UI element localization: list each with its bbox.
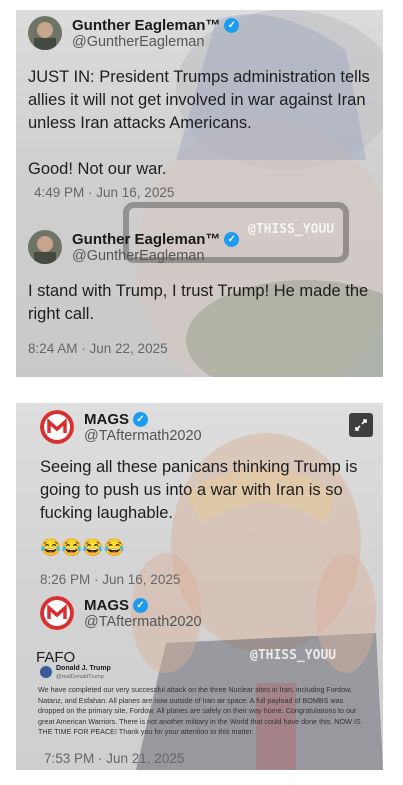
tweet-header: Gunther Eagleman™ ✓ @GuntherEagleman — [28, 16, 240, 50]
author-handle[interactable]: @TAftermath2020 — [84, 428, 202, 444]
tweet-text: Seeing all these panicans thinking Trump… — [40, 458, 358, 522]
post-image-2: MAGS ✓ @TAftermath2020 Seeing all these p… — [16, 403, 383, 770]
tweet-timestamp[interactable]: 8:26 PM · Jun 16, 2025 — [40, 572, 180, 587]
embedded-avatar — [40, 666, 52, 678]
tweet-header: MAGS ✓ @TAftermath2020 — [40, 596, 202, 630]
embedded-tweet-text: We have completed our very successful at… — [38, 685, 361, 736]
expand-icon — [355, 419, 367, 431]
tweet-emoji: 😂😂😂😂 — [40, 538, 125, 557]
post-image-1: Gunther Eagleman™ ✓ @GuntherEagleman JUST… — [16, 10, 383, 377]
tweet-timestamp[interactable]: 7:53 PM · Jun 21, 2025 — [44, 751, 184, 766]
verified-badge-icon: ✓ — [133, 597, 148, 613]
author-handle[interactable]: @GuntherEagleman — [72, 34, 239, 50]
watermark: @THISS_YOUU — [248, 222, 335, 237]
tweet-header: Gunther Eagleman™ ✓ @GuntherEagleman — [28, 230, 240, 264]
author-name[interactable]: Gunther Eagleman™ — [72, 17, 220, 34]
embedded-author-name: Donald J. Trump — [56, 665, 111, 672]
embedded-author-handle: @realDonaldTrump — [56, 674, 104, 680]
tweet-text: I stand with Trump, I trust Trump! He ma… — [28, 282, 369, 323]
verified-badge-icon: ✓ — [224, 231, 240, 247]
tweet-text: JUST IN: President Trumps administration… — [28, 68, 370, 132]
verified-badge-icon: ✓ — [133, 411, 148, 427]
author-handle[interactable]: @TAftermath2020 — [84, 614, 202, 630]
author-name[interactable]: Gunther Eagleman™ — [72, 231, 220, 248]
tweet-header: MAGS ✓ @TAftermath2020 — [40, 410, 202, 444]
author-name[interactable]: MAGS — [84, 411, 129, 428]
verified-badge-icon: ✓ — [224, 17, 240, 33]
author-handle[interactable]: @GuntherEagleman — [72, 248, 239, 264]
avatar[interactable] — [40, 410, 74, 444]
avatar[interactable] — [28, 16, 62, 50]
watermark: @THISS_YOUU — [250, 648, 337, 663]
author-name[interactable]: MAGS — [84, 597, 129, 614]
tweet-timestamp[interactable]: 8:24 AM · Jun 22, 2025 — [28, 341, 168, 356]
expand-button[interactable] — [349, 413, 373, 437]
tweet-text-2: Good! Not our war. — [28, 160, 167, 178]
avatar[interactable] — [28, 230, 62, 264]
avatar[interactable] — [40, 596, 74, 630]
tweet-timestamp[interactable]: 4:49 PM · Jun 16, 2025 — [34, 185, 174, 200]
